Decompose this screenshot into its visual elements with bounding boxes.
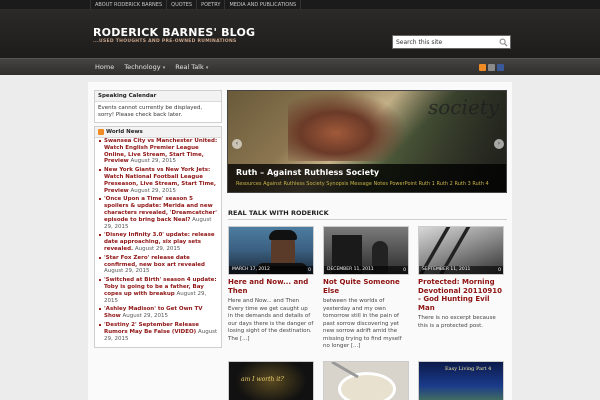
chevron-down-icon: ▾ bbox=[162, 65, 166, 71]
news-item: 'Destiny 2' September Release Rumors May… bbox=[99, 322, 218, 342]
topnav-about[interactable]: ABOUT RODERICK BARNES bbox=[90, 0, 168, 10]
email-icon[interactable] bbox=[488, 64, 495, 71]
search-input[interactable] bbox=[396, 37, 496, 47]
post-thumbnail[interactable]: Easy Living Part 4 bbox=[418, 361, 504, 400]
nav-real-talk[interactable]: Real Talk ▾ bbox=[170, 59, 213, 76]
nav-real-talk-label: Real Talk bbox=[175, 63, 204, 71]
post-card: am I worth it? bbox=[228, 361, 314, 400]
news-item-date: August 29, 2015 bbox=[122, 313, 169, 320]
slide-title[interactable]: Ruth – Against Ruthless Society bbox=[236, 168, 379, 177]
news-item-date: August 29, 2015 bbox=[104, 268, 150, 275]
news-item-date: August 29, 2015 bbox=[130, 158, 177, 165]
news-item-link[interactable]: 'Destiny 2' September Release Rumors May… bbox=[104, 322, 199, 335]
calendar-widget-body: Events cannot currently be displayed, so… bbox=[98, 105, 203, 118]
news-item-date: August 29, 2015 bbox=[134, 245, 181, 252]
main-nav: Home Technology ▾ Real Talk ▾ bbox=[0, 58, 600, 75]
site-header: RODERICK BARNES' BLOG ...USED THOUGHTS A… bbox=[0, 10, 600, 58]
topnav-quotes[interactable]: QUOTES bbox=[167, 0, 198, 10]
post-title[interactable]: Here and Now... and Then bbox=[228, 278, 314, 295]
thumbnail-text: Easy Living Part 4 bbox=[445, 366, 492, 372]
post-date: DECEMBER 11, 2011 bbox=[324, 266, 408, 274]
next-arrow-icon[interactable]: › bbox=[494, 139, 504, 149]
post-excerpt: Here and Now... and Then Every time we g… bbox=[228, 298, 314, 342]
slide-image-text: society bbox=[428, 95, 500, 119]
section-divider bbox=[228, 219, 507, 220]
section-title: REAL TALK WITH RODERICK bbox=[228, 209, 329, 217]
post-title[interactable]: Not Quite Someone Else bbox=[323, 278, 409, 295]
search-box bbox=[392, 35, 511, 49]
news-item-link[interactable]: 'Star Fox Zero' release date confirmed, … bbox=[104, 255, 205, 268]
calendar-widget-title: Speaking Calendar bbox=[95, 91, 221, 102]
post-thumbnail[interactable]: DECEMBER 11, 2011 0 bbox=[323, 226, 409, 275]
post-title[interactable]: Protected: Morning Devotional 20110910 -… bbox=[418, 278, 504, 312]
comment-count[interactable]: 0 bbox=[308, 268, 311, 273]
post-excerpt: between the worlds of yesterday and my o… bbox=[323, 298, 402, 349]
featured-slider[interactable]: society ‹ › Ruth – Against Ruthless Soci… bbox=[227, 90, 507, 193]
news-list: Swansea City vs Manchester United: Watch… bbox=[95, 138, 221, 347]
post-thumbnail[interactable] bbox=[323, 361, 409, 400]
comment-count[interactable]: 0 bbox=[403, 268, 406, 273]
facebook-icon[interactable] bbox=[497, 64, 504, 71]
post-thumbnail[interactable]: SEPTEMBER 11, 2011 0 bbox=[418, 226, 504, 275]
rss-icon[interactable] bbox=[98, 129, 104, 135]
site-tagline: ...USED THOUGHTS AND PRE-OWNED RUMINATIO… bbox=[93, 39, 237, 44]
news-item-date: August 29, 2015 bbox=[130, 187, 177, 194]
news-item: Swansea City vs Manchester United: Watch… bbox=[99, 138, 218, 165]
nav-technology-label: Technology bbox=[124, 63, 161, 71]
post-card: SEPTEMBER 11, 2011 0 Protected: Morning … bbox=[418, 226, 504, 330]
calendar-widget: Speaking Calendar Events cannot currentl… bbox=[94, 90, 222, 123]
thumbnail-bowl bbox=[338, 372, 396, 400]
nav-home[interactable]: Home bbox=[90, 59, 119, 76]
post-excerpt: There is no excerpt because this is a pr… bbox=[418, 315, 496, 329]
post-card bbox=[323, 361, 409, 400]
post-date: MARCH 17, 2012 bbox=[229, 266, 313, 274]
post-card: MARCH 17, 2012 0 Here and Now... and The… bbox=[228, 226, 314, 343]
news-item: 'Switched at Birth' season 4 update: Tob… bbox=[99, 277, 218, 304]
post-thumbnail[interactable]: MARCH 17, 2012 0 bbox=[228, 226, 314, 275]
news-item: 'Star Fox Zero' release date confirmed, … bbox=[99, 255, 218, 275]
thumbnail-text: am I worth it? bbox=[241, 376, 284, 383]
sidebar: Speaking Calendar Events cannot currentl… bbox=[94, 90, 222, 351]
chevron-down-icon: ▾ bbox=[205, 65, 209, 71]
slide-caption: Ruth – Against Ruthless Society Resource… bbox=[228, 164, 506, 192]
post-card: Easy Living Part 4 bbox=[418, 361, 504, 400]
thumbnail-spoon bbox=[331, 362, 359, 379]
search-icon[interactable] bbox=[499, 38, 508, 47]
slide-excerpt: Resources Against Ruthless Society Synop… bbox=[236, 181, 489, 187]
post-thumbnail[interactable]: am I worth it? bbox=[228, 361, 314, 400]
nav-technology[interactable]: Technology ▾ bbox=[119, 59, 170, 76]
news-item: 'Ashley Madison' to Get Own TV Show Augu… bbox=[99, 306, 218, 320]
news-item: New York Giants vs New York Jets: Watch … bbox=[99, 167, 218, 194]
topnav-poetry[interactable]: POETRY bbox=[197, 0, 226, 10]
news-item: 'Disney Infinity 3.0' update: release da… bbox=[99, 232, 218, 252]
top-bar: ABOUT RODERICK BARNES QUOTES POETRY MEDI… bbox=[0, 0, 600, 10]
top-nav: ABOUT RODERICK BARNES QUOTES POETRY MEDI… bbox=[90, 0, 302, 10]
nav-home-label: Home bbox=[95, 63, 115, 71]
rss-icon[interactable] bbox=[479, 64, 486, 71]
thumbnail-cap bbox=[269, 230, 297, 240]
post-date: SEPTEMBER 11, 2011 bbox=[419, 266, 503, 274]
post-card: DECEMBER 11, 2011 0 Not Quite Someone El… bbox=[323, 226, 409, 351]
news-widget-header: World News bbox=[95, 127, 221, 138]
news-widget: World News Swansea City vs Manchester Un… bbox=[94, 126, 222, 349]
news-widget-title: World News bbox=[106, 129, 143, 135]
topnav-media[interactable]: MEDIA AND PUBLICATIONS bbox=[225, 0, 302, 10]
prev-arrow-icon[interactable]: ‹ bbox=[232, 139, 242, 149]
comment-count[interactable]: 0 bbox=[498, 268, 501, 273]
news-item: 'Once Upon a Time' season 5 spoilers & u… bbox=[99, 196, 218, 230]
site-title[interactable]: RODERICK BARNES' BLOG bbox=[93, 26, 255, 39]
social-icons bbox=[479, 64, 504, 71]
